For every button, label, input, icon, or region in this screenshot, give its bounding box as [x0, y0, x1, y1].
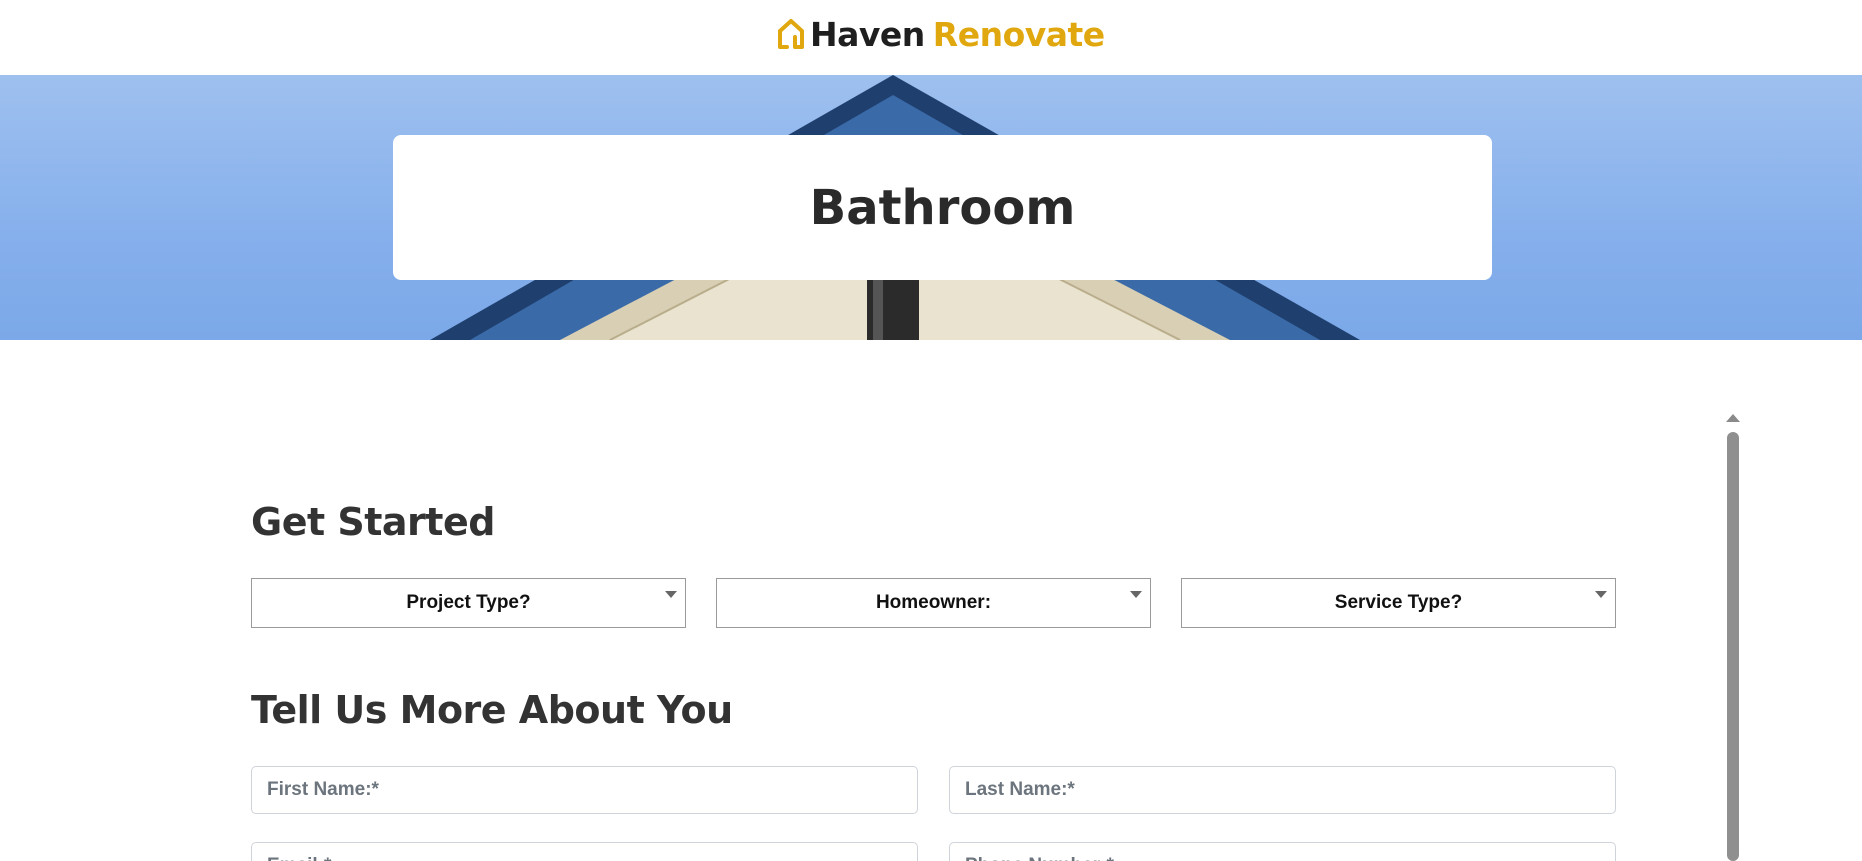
last-name-field[interactable]	[949, 766, 1616, 814]
service-type-label: Service Type?	[1334, 592, 1463, 613]
about-you-heading: Tell Us More About You	[251, 688, 733, 732]
hero-banner: Bathroom	[0, 75, 1862, 340]
phone-number-field[interactable]	[949, 842, 1616, 861]
scrollbar-thumb[interactable]	[1727, 432, 1739, 861]
lead-form: Get Started Project Type? Homeowner: Ser…	[250, 340, 1618, 861]
service-type-select[interactable]: Service Type?	[1181, 578, 1616, 628]
chevron-down-icon	[1130, 591, 1142, 598]
first-name-field[interactable]	[251, 766, 918, 814]
hero-title-card: Bathroom	[393, 135, 1492, 280]
email-field[interactable]	[251, 842, 918, 861]
logo-text-renovate: Renovate	[932, 14, 1105, 54]
site-logo[interactable]: Haven Renovate	[776, 14, 1105, 54]
get-started-heading: Get Started	[251, 500, 495, 544]
house-outline-icon	[776, 17, 806, 51]
site-header: Haven Renovate	[0, 0, 1862, 75]
project-type-select[interactable]: Project Type?	[251, 578, 686, 628]
logo-text-haven: Haven	[810, 14, 925, 54]
chevron-down-icon	[1595, 591, 1607, 598]
homeowner-label: Homeowner:	[875, 592, 992, 613]
project-type-label: Project Type?	[406, 592, 531, 613]
scroll-up-arrow-icon[interactable]	[1726, 414, 1740, 422]
chevron-down-icon	[665, 591, 677, 598]
page-title: Bathroom	[809, 179, 1076, 236]
homeowner-select[interactable]: Homeowner:	[716, 578, 1151, 628]
